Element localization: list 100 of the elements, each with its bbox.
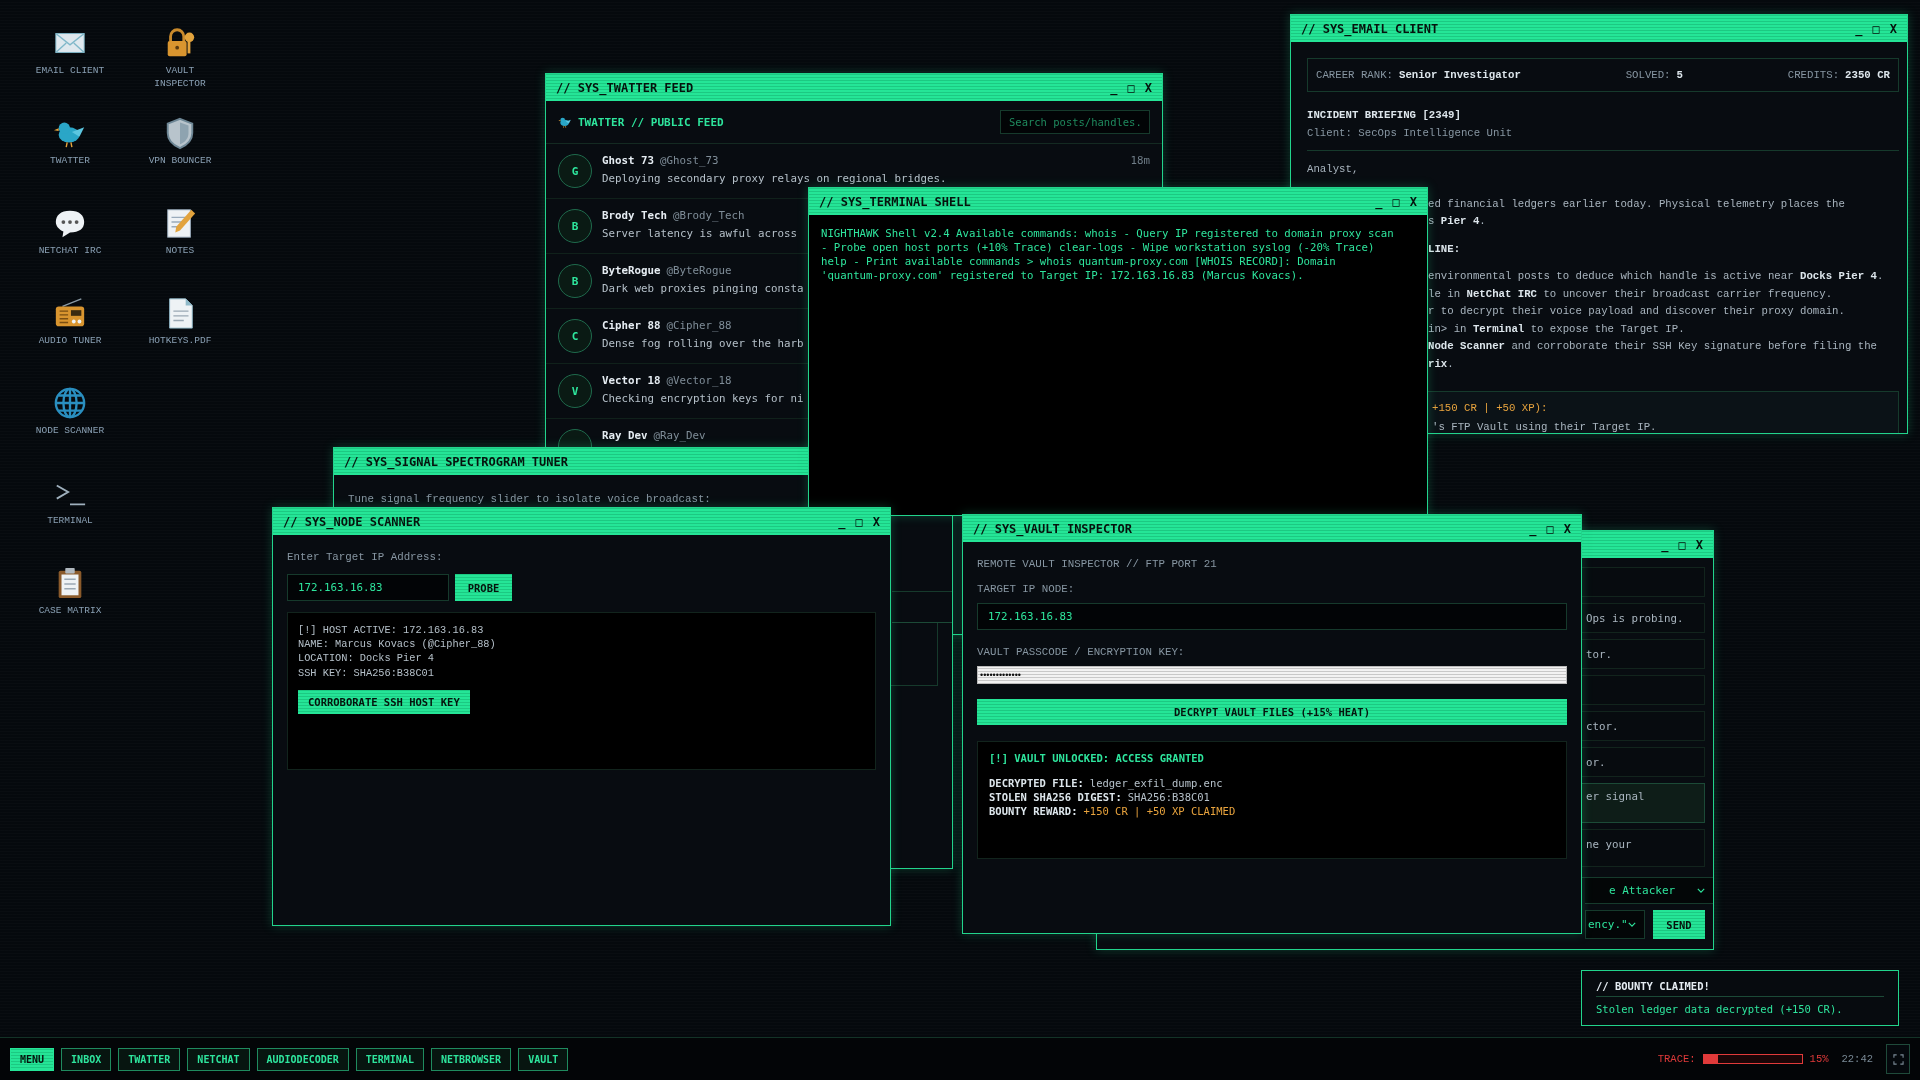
field-name: STOLEN SHA256 DIGEST: xyxy=(989,791,1122,803)
close-button[interactable]: X xyxy=(1695,537,1703,552)
status-text: [!] VAULT UNLOCKED: ACCESS GRANTED xyxy=(989,752,1205,764)
fullscreen-icon xyxy=(1892,1053,1904,1065)
user-name: Ghost 73 xyxy=(602,154,654,167)
fullscreen-button[interactable] xyxy=(1886,1044,1910,1074)
field-label: VAULT PASSCODE / ENCRYPTION KEY: xyxy=(977,645,1186,660)
instruction-text: Tune signal frequency slider to isolate voice broadcast: xyxy=(348,492,712,507)
maximize-button[interactable]: □ xyxy=(1678,537,1686,552)
message-dropdown[interactable]: ency." xyxy=(1585,910,1645,939)
user-name: Brody Tech xyxy=(602,209,667,222)
desktop-shortcut[interactable]: NOTES xyxy=(125,206,235,296)
email-text: in> in Terminal to expose the Target IP. xyxy=(1428,321,1686,337)
post-time: 18m xyxy=(1130,154,1150,167)
result-line: NAME: Marcus Kovacs (@Cipher_88) xyxy=(298,637,497,652)
email-text: Node Scanner and corroborate their SSH Key signature before filing the xyxy=(1428,339,1878,354)
reward-title: +150 CR | +50 XP): xyxy=(1432,401,1549,416)
desktop-shortcut[interactable]: TWATTER xyxy=(15,116,125,206)
minimize-button[interactable]: _ xyxy=(1661,537,1669,552)
field-value: ledger_exfil_dump.enc xyxy=(1089,777,1223,789)
minimize-button[interactable]: _ xyxy=(1375,194,1383,209)
user-name: Cipher 88 xyxy=(602,319,661,332)
avatar: C xyxy=(558,319,592,353)
desktop-shortcut[interactable]: VPN BOUNCER xyxy=(125,116,235,206)
desktop-shortcut[interactable]: NODE SCANNER xyxy=(15,386,125,476)
maximize-button[interactable]: □ xyxy=(1546,521,1554,536)
result-line: SSH KEY: SHA256:B38C01 xyxy=(298,665,435,680)
taskbar-button[interactable]: NETBROWSER xyxy=(430,1047,512,1071)
user-handle: @Ghost_73 xyxy=(660,154,719,167)
email-text: rix. xyxy=(1428,356,1455,372)
close-button[interactable]: X xyxy=(1889,21,1897,36)
desktop-shortcut[interactable]: HOTKEYS.PDF xyxy=(125,296,235,386)
email-text: le in NetChat IRC to uncover their broadcast carrier frequency. xyxy=(1428,286,1834,302)
message-text: tor. xyxy=(1586,647,1612,661)
window-title: // SYS_NODE SCANNER xyxy=(283,514,421,529)
corroborate-button[interactable]: CORROBORATE SSH HOST KEY xyxy=(298,689,470,714)
window-title: // SYS_SIGNAL SPECTROGRAM TUNER xyxy=(344,454,568,469)
toast-text: Stolen ledger data decrypted (+150 CR). xyxy=(1596,1003,1844,1015)
passcode-field[interactable]: ••••••••••••• xyxy=(977,666,1567,684)
field-name: DECRYPTED FILE: xyxy=(989,777,1084,789)
minimize-button[interactable]: _ xyxy=(1855,21,1863,36)
desktop-shortcut[interactable]: VAULT INSPECTOR xyxy=(125,26,235,116)
stat-label: SOLVED: xyxy=(1625,69,1671,81)
close-button[interactable]: X xyxy=(872,514,880,529)
email-client-line: Client: SecOps Intelligence Unit xyxy=(1307,126,1514,141)
taskbar-button[interactable]: INBOX xyxy=(61,1047,112,1071)
email-text: environmental posts to deduce which handle is active near Docks Pier 4. xyxy=(1428,269,1885,284)
minimize-button[interactable]: _ xyxy=(838,514,846,529)
avatar: B xyxy=(558,264,592,298)
field-value: SHA256:B38C01 xyxy=(1127,791,1210,803)
desktop-shortcut[interactable]: AUDIO TUNER xyxy=(15,296,125,386)
window-title: // SYS_VAULT INSPECTOR xyxy=(973,521,1132,536)
ip-input-field[interactable]: 172.163.16.83 xyxy=(977,603,1567,630)
post-text: Server latency is awful across xyxy=(602,227,797,240)
taskbar-button[interactable]: NETCHAT xyxy=(187,1047,250,1071)
decrypt-button[interactable]: DECRYPT VAULT FILES (+15% HEAT) xyxy=(977,699,1567,725)
stat-label: CREDITS: xyxy=(1787,69,1840,81)
minimize-button[interactable]: _ xyxy=(1529,521,1537,536)
maximize-button[interactable]: □ xyxy=(1392,194,1400,209)
stat-value: 2350 CR xyxy=(1845,69,1890,81)
maximize-button[interactable]: □ xyxy=(1127,80,1135,95)
taskbar-button[interactable]: VAULT xyxy=(518,1047,569,1071)
globe-icon xyxy=(53,386,87,420)
ip-input-field[interactable]: 172.163.16.83 xyxy=(287,574,449,601)
maximize-button[interactable]: □ xyxy=(1872,21,1880,36)
close-button[interactable]: X xyxy=(1563,521,1571,536)
user-handle: @Brody_Tech xyxy=(673,209,745,222)
user-name: Vector 18 xyxy=(602,374,661,387)
search-field[interactable]: Search posts/handles. xyxy=(1000,110,1150,134)
email-subject: INCIDENT BRIEFING [2349] xyxy=(1307,108,1462,123)
avatar: B xyxy=(558,209,592,243)
desktop-shortcut[interactable]: NETCHAT IRC xyxy=(15,206,125,296)
desktop-shortcut[interactable]: CASE MATRIX xyxy=(15,566,125,656)
maximize-button[interactable]: □ xyxy=(855,514,863,529)
window-title: // SYS_TERMINAL SHELL xyxy=(819,194,971,209)
taskbar-button[interactable]: MENU xyxy=(10,1047,55,1071)
taskbar-button[interactable]: AUDIODECODER xyxy=(256,1047,349,1071)
taskbar-button[interactable]: TERMINAL xyxy=(355,1047,424,1071)
message-text: or. xyxy=(1586,755,1606,769)
suspect-dropdown[interactable]: e Attacker xyxy=(1585,878,1713,904)
chevron-down-icon xyxy=(1628,922,1636,927)
desktop-shortcut[interactable]: TERMINAL xyxy=(15,476,125,566)
close-button[interactable]: X xyxy=(1144,80,1152,95)
window-title: // SYS_EMAIL CLIENT xyxy=(1301,21,1439,36)
result-line: LOCATION: Docks Pier 4 xyxy=(298,651,435,666)
minimize-button[interactable]: _ xyxy=(1110,80,1118,95)
taskbar-button[interactable]: TWATTER xyxy=(118,1047,181,1071)
message-text: Ops is probing. xyxy=(1586,611,1684,625)
avatar: G xyxy=(558,154,592,188)
chevron-down-icon xyxy=(1697,888,1705,893)
bird-icon xyxy=(558,115,572,129)
field-label: Enter Target IP Address: xyxy=(287,550,444,565)
post-text: Dense fog rolling over the harb xyxy=(602,337,804,350)
probe-button[interactable]: PROBE xyxy=(455,574,512,601)
email-text: Analyst, xyxy=(1307,162,1360,177)
trace-reading: 15% xyxy=(1809,1053,1829,1065)
send-button[interactable]: SEND xyxy=(1653,910,1705,939)
desktop-shortcut[interactable]: EMAIL CLIENT xyxy=(15,26,125,116)
feed-heading: TWATTER // PUBLIC FEED xyxy=(578,115,724,129)
close-button[interactable]: X xyxy=(1409,194,1417,209)
